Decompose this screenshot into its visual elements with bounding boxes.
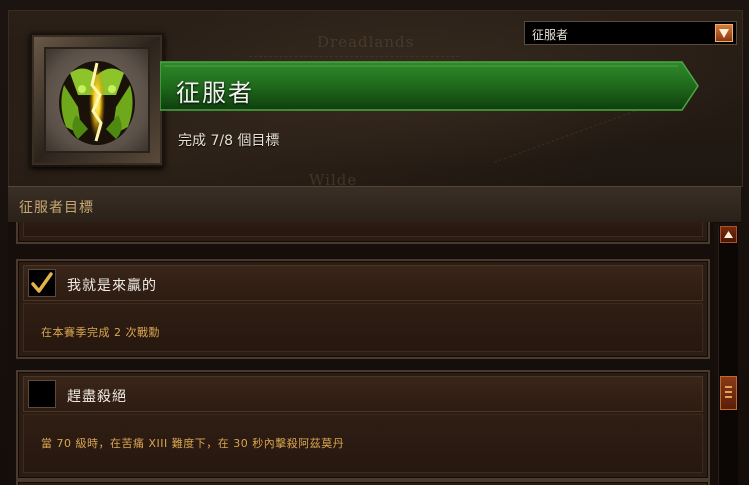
conqueror-emblem-icon	[59, 61, 135, 145]
objective-body	[23, 222, 703, 237]
objective-title: 我就是來贏的	[67, 278, 157, 294]
chevron-down-icon[interactable]	[715, 24, 733, 42]
achievement-window: Dreadlands Wilde 征服者 完成 7/8 個目標 征服者 征服者目…	[0, 0, 749, 485]
objective-header: 我就是來贏的	[23, 265, 703, 301]
objective-card-partial	[16, 480, 710, 485]
objective-checkbox	[28, 269, 56, 297]
map-line	[249, 56, 459, 57]
achievement-title: 征服者	[176, 79, 254, 107]
objective-scrollbar[interactable]	[718, 226, 738, 485]
objective-description: 當 70 級時，在苦痛 XIII 難度下，在 30 秒內擊殺阿茲莫丹	[41, 437, 345, 450]
dropdown-selected-value: 征服者	[532, 28, 569, 42]
checkmark-icon	[31, 272, 53, 293]
objective-card-partial	[16, 222, 710, 244]
achievement-progress: 完成 7/8 個目標	[178, 133, 280, 149]
achievement-filter-dropdown[interactable]: 征服者	[524, 21, 737, 45]
objective-title: 趕盡殺絕	[67, 389, 127, 405]
section-header: 征服者目標	[8, 186, 741, 223]
achievement-icon-frame	[30, 33, 164, 167]
achievement-icon	[44, 47, 150, 153]
scrollbar-thumb[interactable]	[720, 376, 737, 410]
objective-checkbox	[28, 380, 56, 408]
objective-description: 在本賽季完成 2 次戰勳	[41, 326, 160, 339]
objective-body: 當 70 級時，在苦痛 XIII 難度下，在 30 秒內擊殺阿茲莫丹	[23, 414, 703, 473]
objective-list: 我就是來贏的 在本賽季完成 2 次戰勳 趕盡殺絕 當 70 級時，在苦痛 XII…	[8, 222, 714, 485]
map-label-dreadlands: Dreadlands	[317, 33, 415, 51]
objective-header: 趕盡殺絕	[23, 376, 703, 412]
objective-card: 趕盡殺絕 當 70 級時，在苦痛 XIII 難度下，在 30 秒內擊殺阿茲莫丹	[16, 370, 710, 480]
objective-body: 在本賽季完成 2 次戰勳	[23, 303, 703, 352]
objective-card: 我就是來贏的 在本賽季完成 2 次戰勳	[16, 259, 710, 359]
arrow-up-icon[interactable]	[720, 226, 737, 243]
section-title: 征服者目標	[19, 200, 94, 216]
map-label-wilde: Wilde	[309, 171, 358, 187]
